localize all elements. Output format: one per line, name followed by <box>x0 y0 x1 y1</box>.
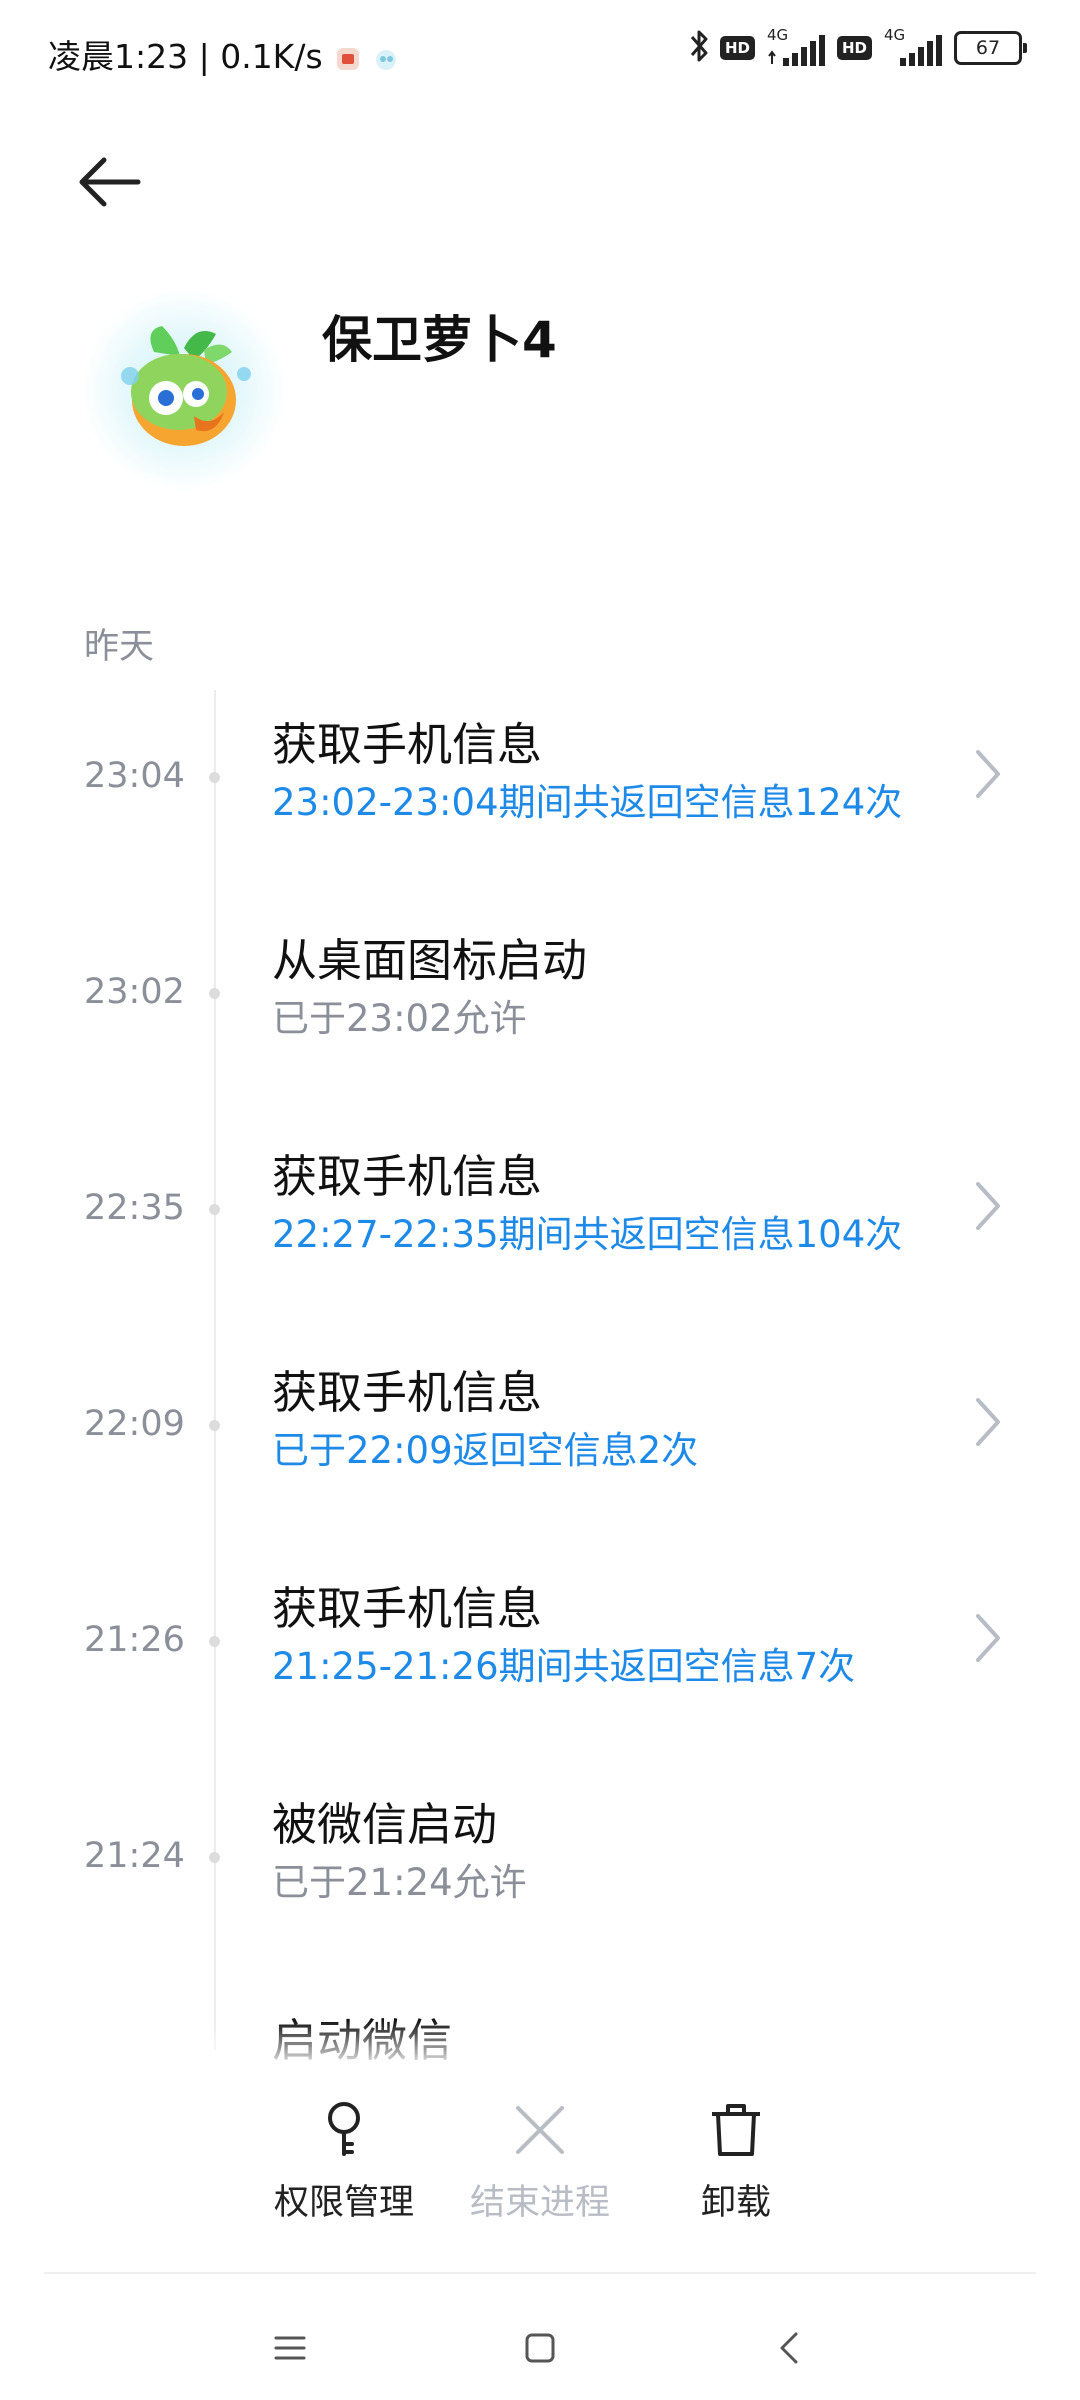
date-section-label: 昨天 <box>84 627 155 667</box>
menu-icon <box>274 2336 306 2360</box>
timeline-dot <box>209 772 220 783</box>
battery-icon: 67 <box>954 31 1027 65</box>
entry-subtitle: 已于22:09返回空信息2次 <box>272 1429 699 1472</box>
carrot-game-icon <box>121 326 251 446</box>
permissions-label: 权限管理 <box>273 2183 414 2223</box>
chevron-right-icon <box>976 1182 1000 1230</box>
timeline-dot <box>209 1204 220 1215</box>
entry-time: 22:09 <box>84 1404 185 1444</box>
chevron-right-icon <box>976 750 1000 798</box>
status-bar: 凌晨1:23 | 0.1K/s HD 4G HD 4G 67 <box>0 0 1080 100</box>
entry-subtitle: 22:27-22:35期间共返回空信息104次 <box>272 1213 903 1256</box>
timeline-dot <box>209 1420 220 1431</box>
entry-title: 被微信启动 <box>272 1798 498 1851</box>
hd-badge-1: HD <box>719 36 755 60</box>
network-type-2: 4G <box>884 26 906 44</box>
entry-title: 获取手机信息 <box>272 718 543 771</box>
key-icon <box>328 2102 360 2156</box>
notification-game-icon <box>373 41 399 70</box>
entry-title: 从桌面图标启动 <box>272 934 588 987</box>
uninstall-label: 卸载 <box>700 2183 771 2223</box>
end-process-label: 结束进程 <box>469 2183 610 2223</box>
chevron-left-icon <box>780 2332 798 2364</box>
timeline-entry-4[interactable]: 21:26 获取手机信息 21:25-21:26期间共返回空信息7次 <box>0 1582 1080 1820</box>
notification-app-icon <box>335 41 361 70</box>
network-type-1: 4G <box>766 26 789 44</box>
app-name-title: 保卫萝卜4 <box>322 311 557 369</box>
entry-time: 22:35 <box>84 1188 185 1228</box>
square-icon <box>525 2333 555 2363</box>
timeline-entry-5: 21:24 被微信启动 已于21:24允许 <box>0 1798 1080 2036</box>
entry-subtitle: 21:25-21:26期间共返回空信息7次 <box>272 1645 856 1688</box>
nav-menu-button[interactable] <box>260 2318 320 2378</box>
action-bar: 权限管理 结束进程 卸载 <box>0 2060 1080 2260</box>
nav-home-button[interactable] <box>510 2318 570 2378</box>
entry-time: 23:02 <box>84 972 185 1012</box>
status-time-speed: 凌晨1:23 | 0.1K/s <box>48 37 323 76</box>
arrow-left-icon <box>79 157 141 207</box>
uninstall-button[interactable]: 卸载 <box>636 2100 836 2225</box>
entry-subtitle: 已于23:02允许 <box>272 997 527 1040</box>
signal-2: 4G <box>882 26 944 68</box>
hd-badge-2: HD <box>836 36 872 60</box>
entry-time: 23:04 <box>84 756 185 796</box>
entry-title: 获取手机信息 <box>272 1366 543 1419</box>
nav-divider <box>44 2272 1036 2274</box>
entry-title: 获取手机信息 <box>272 1582 543 1635</box>
entry-subtitle: 23:02-23:04期间共返回空信息124次 <box>272 781 903 824</box>
entry-time: 21:24 <box>84 1836 185 1876</box>
entry-subtitle: 已于21:24允许 <box>272 1861 527 1904</box>
back-button[interactable] <box>76 150 146 214</box>
chevron-right-icon <box>976 1398 1000 1446</box>
permissions-button[interactable]: 权限管理 <box>244 2100 444 2225</box>
trash-icon <box>712 2104 760 2156</box>
status-right: HD 4G HD 4G 67 <box>688 26 1027 68</box>
entry-title: 获取手机信息 <box>272 1150 543 1203</box>
signal-1: 4G <box>765 26 827 68</box>
timeline-dot <box>209 1852 220 1863</box>
timeline-dot <box>209 1636 220 1647</box>
bluetooth-icon <box>688 28 710 68</box>
end-process-button[interactable]: 结束进程 <box>440 2100 640 2225</box>
app-icon <box>84 290 284 490</box>
close-x-icon <box>516 2106 564 2154</box>
chevron-right-icon <box>976 1614 1000 1662</box>
timeline-dot <box>209 988 220 999</box>
entry-time: 21:26 <box>84 1620 185 1660</box>
status-left: 凌晨1:23 | 0.1K/s <box>48 30 399 78</box>
nav-back-button[interactable] <box>760 2318 820 2378</box>
